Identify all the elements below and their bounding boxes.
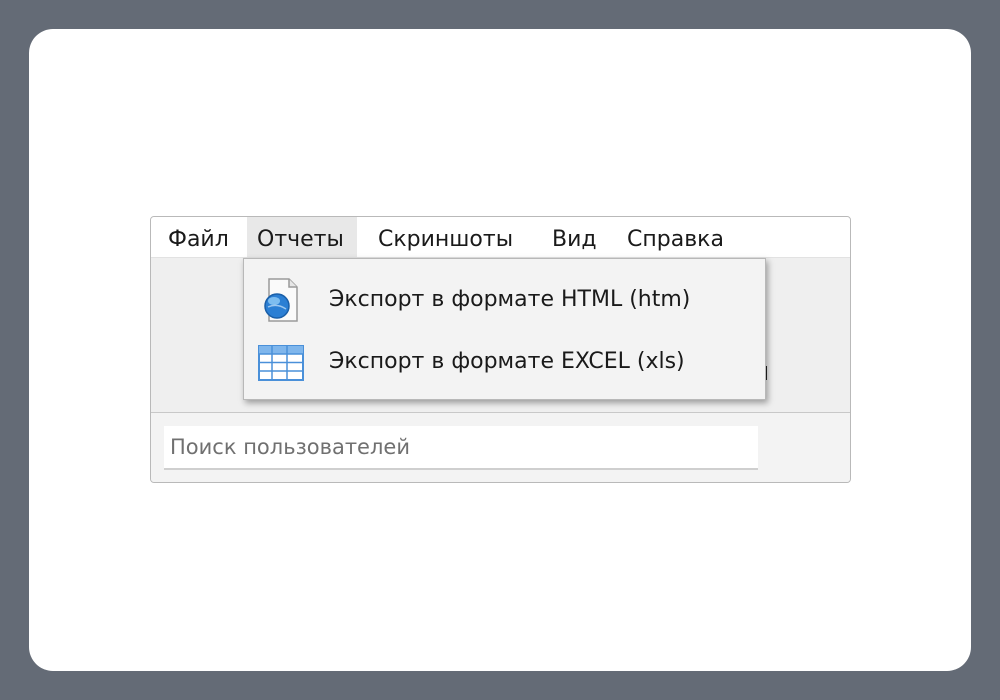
menu-view[interactable]: Вид	[542, 217, 607, 257]
menu-help[interactable]: Справка	[617, 217, 734, 257]
search-users-input[interactable]	[164, 426, 758, 470]
menu-reports[interactable]: Отчеты	[247, 217, 357, 257]
spreadsheet-icon	[258, 345, 304, 381]
html-document-icon	[264, 278, 298, 322]
menu-item-label: Экспорт в формате EXCEL (xls)	[329, 349, 685, 374]
menu-item-export-html[interactable]: Экспорт в формате HTML (htm)	[244, 269, 765, 331]
menu-item-export-excel[interactable]: Экспорт в формате EXCEL (xls)	[244, 331, 765, 393]
reports-dropdown-menu: Экспорт в формате HTML (htm) Экспорт в ф…	[243, 258, 766, 400]
menu-screenshots[interactable]: Скриншоты	[368, 217, 523, 257]
menu-file[interactable]: Файл	[158, 217, 239, 257]
menu-item-label: Экспорт в формате HTML (htm)	[329, 287, 691, 312]
search-row	[151, 413, 850, 482]
menu-bar: Файл Отчеты Скриншоты Вид Справка	[151, 217, 850, 258]
